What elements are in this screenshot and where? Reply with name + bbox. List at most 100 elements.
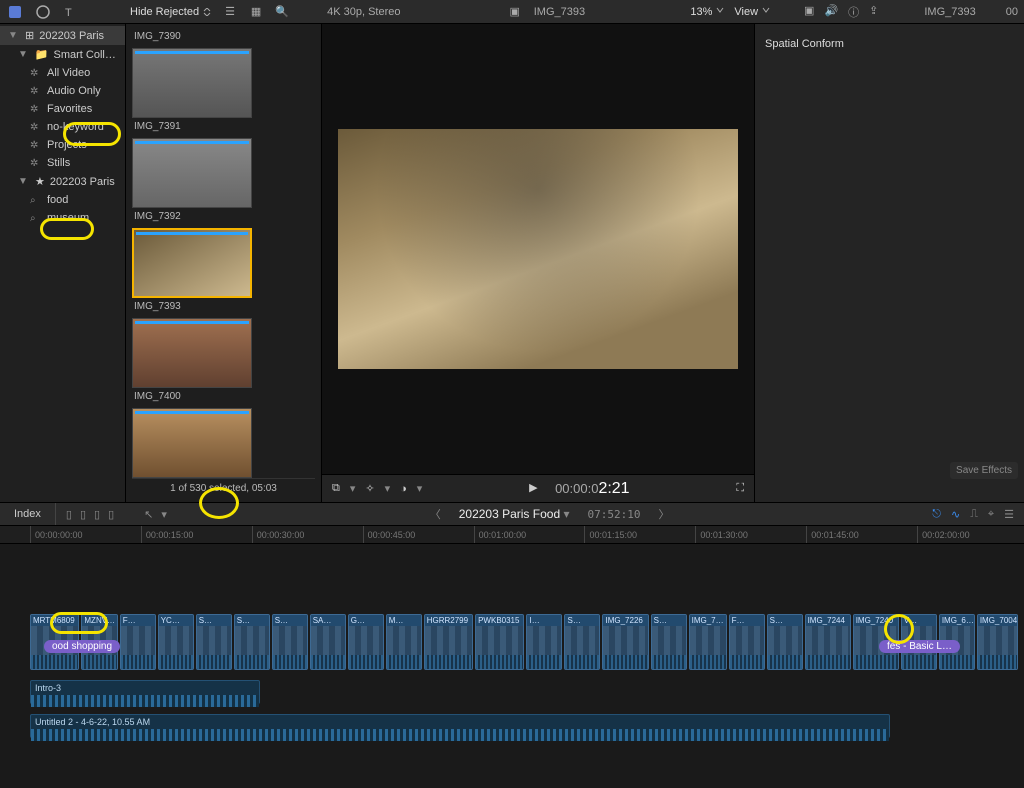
zoom-menu[interactable]: 13% (690, 6, 724, 18)
disclosure-triangle-icon[interactable]: ▼ (18, 176, 30, 187)
smart-item-no-keyword[interactable]: ✲no-keyword (0, 118, 125, 136)
timeline-clip[interactable]: F… (729, 614, 765, 670)
timeline-clip[interactable]: M… (386, 614, 422, 670)
prev-edit-icon[interactable]: 〈 (430, 506, 441, 522)
snapping-icon[interactable]: ⌖ (988, 508, 994, 521)
chevron-down-icon[interactable]: ▾ (385, 482, 391, 495)
timeline-clip[interactable]: G… (348, 614, 384, 670)
clip-title: M… (387, 615, 421, 626)
audio-track[interactable]: Untitled 2 - 4-6-22, 10.55 AM (30, 714, 890, 738)
disclosure-triangle-icon[interactable]: ▼ (8, 30, 20, 41)
clip-thumbnail[interactable] (132, 408, 252, 478)
timeline-clip[interactable]: IMG_7244 (805, 614, 851, 670)
timeline-clip[interactable]: S… (234, 614, 270, 670)
app-toolbar: T Hide Rejected ☰ ▦ 🔍 4K 30p, Stereo ▣ I… (0, 0, 1024, 24)
smart-item-all-video[interactable]: ✲All Video (0, 64, 125, 82)
timeline-clip[interactable]: F… (120, 614, 156, 670)
library-icon[interactable] (6, 3, 24, 21)
time-ruler[interactable]: 00:00:00:00 00:00:15:00 00:00:30:00 00:0… (0, 526, 1024, 544)
audio-track[interactable]: Intro-3 (30, 680, 260, 704)
connect-clip-icon[interactable]: ▯ (66, 508, 72, 521)
gear-icon: ✲ (30, 68, 42, 79)
search-icon[interactable]: 🔍 (273, 3, 291, 21)
timeline-clip[interactable]: IMG_7226 (602, 614, 648, 670)
media-icon[interactable] (34, 3, 52, 21)
clip-title: IMG_7… (690, 615, 726, 626)
chevron-down-icon (762, 6, 770, 14)
view-menu[interactable]: View (734, 6, 770, 18)
timeline-clip[interactable]: IMG_7… (689, 614, 727, 670)
chevron-down-icon[interactable]: ▾ (350, 482, 356, 495)
chapter-marker[interactable]: fes - Basic L… (879, 640, 960, 653)
waveform (768, 655, 802, 669)
retime-icon[interactable]: ◑ (400, 483, 407, 495)
clip-thumbnail-selected[interactable] (132, 228, 252, 298)
library-row[interactable]: ▼ ⊞ 202203 Paris (0, 26, 125, 45)
clip-filmstrip (476, 626, 523, 655)
overwrite-clip-icon[interactable]: ▯ (108, 508, 114, 521)
clip-thumbnail[interactable] (132, 48, 252, 118)
list-view-icon[interactable]: ☰ (221, 3, 239, 21)
append-clip-icon[interactable]: ▯ (94, 508, 100, 521)
smart-item-stills[interactable]: ✲Stills (0, 154, 125, 172)
titles-icon[interactable]: T (62, 3, 80, 21)
clip-title: F… (730, 615, 764, 626)
timeline[interactable]: ood shopping fes - Basic L… MRTM6809MZNV… (0, 544, 1024, 788)
ruler-tick: 00:02:00:00 (917, 526, 1024, 543)
clip-thumbnail[interactable] (132, 138, 252, 208)
smart-item-favorites[interactable]: ✲Favorites (0, 100, 125, 118)
next-edit-icon[interactable]: 〉 (658, 506, 669, 522)
clip-title: G… (349, 615, 383, 626)
info-inspector-icon[interactable]: ⓘ (848, 4, 859, 20)
clip-title: IMG_6… (940, 615, 974, 626)
clip-filmstrip (159, 626, 193, 655)
timeline-clip[interactable]: HGRR2799 (424, 614, 473, 670)
timeline-clip[interactable]: S… (272, 614, 308, 670)
timeline-clip[interactable]: YC… (158, 614, 194, 670)
chevron-down-icon[interactable]: ▾ (161, 508, 167, 521)
timeline-clip[interactable]: S… (767, 614, 803, 670)
save-effects-button[interactable]: Save Effects (950, 462, 1018, 479)
enhance-icon[interactable]: ✧ (365, 482, 374, 495)
timeline-clip[interactable]: SA… (310, 614, 346, 670)
chevron-down-icon[interactable]: ▾ (417, 482, 423, 495)
clip-thumbnail[interactable] (132, 318, 252, 388)
smart-item-audio-only[interactable]: ✲Audio Only (0, 82, 125, 100)
clip-filmstrip (387, 626, 421, 655)
share-icon[interactable]: ⇪ (869, 4, 878, 20)
insert-clip-icon[interactable]: ▯ (80, 508, 86, 521)
timeline-clip[interactable]: S… (196, 614, 232, 670)
timeline-clip[interactable]: S… (564, 614, 600, 670)
waveform (425, 655, 472, 669)
tl-options-icon[interactable]: ☰ (1004, 508, 1014, 521)
keyword-food[interactable]: ⌕food (0, 191, 125, 209)
audio-inspector-icon[interactable]: 🔊 (824, 4, 838, 20)
ruler-tick: 00:00:15:00 (141, 526, 248, 543)
skimming-icon[interactable]: ⎋ (932, 508, 941, 521)
audio-skimming-icon[interactable]: ∿ (951, 508, 960, 521)
viewer-canvas[interactable] (322, 24, 754, 474)
keyword-museum[interactable]: ⌕museum (0, 209, 125, 227)
clip-filmstrip (806, 626, 850, 655)
crop-icon[interactable]: ⧉ (332, 482, 340, 495)
event-row[interactable]: ▼ ★ 202203 Paris (0, 172, 125, 191)
timeline-clip[interactable]: S… (651, 614, 687, 670)
smart-item-projects[interactable]: ✲Projects (0, 136, 125, 154)
video-inspector-icon[interactable]: ▣ (804, 4, 814, 20)
smart-collection-folder[interactable]: ▼ 📁 Smart Colle… (0, 45, 125, 64)
solo-icon[interactable]: ⎍ (970, 508, 978, 521)
filmstrip-view-icon[interactable]: ▦ (247, 3, 265, 21)
timeline-clip[interactable]: IMG_7004 (977, 614, 1018, 670)
timeline-clip[interactable]: PWKB0315 (475, 614, 524, 670)
arrow-tool-icon[interactable]: ↖ (144, 508, 153, 521)
waveform (31, 655, 78, 669)
index-button[interactable]: Index (0, 503, 56, 525)
fullscreen-icon[interactable]: ⛶ (736, 482, 744, 495)
chapter-marker[interactable]: ood shopping (44, 640, 120, 653)
timeline-clip[interactable]: I… (526, 614, 562, 670)
play-button[interactable]: ▶ (529, 481, 545, 497)
clip-title: PWKB0315 (476, 615, 523, 626)
disclosure-triangle-icon[interactable]: ▼ (18, 49, 30, 60)
project-title[interactable]: 202203 Paris Food ▾ (459, 507, 570, 521)
clip-filter-menu[interactable]: Hide Rejected (130, 6, 211, 18)
